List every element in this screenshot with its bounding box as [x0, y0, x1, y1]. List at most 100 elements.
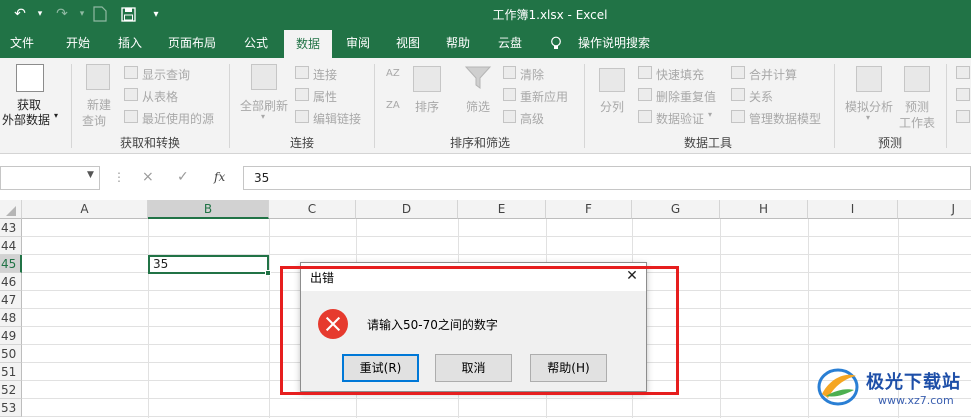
reapply-button[interactable]: 重新应用: [520, 88, 568, 105]
text-to-columns-label: 分列: [600, 100, 625, 114]
chevron-down-icon[interactable]: ▼: [87, 170, 94, 180]
column-header[interactable]: I: [808, 200, 898, 219]
consolidate-button[interactable]: 合并计算: [749, 66, 797, 83]
insert-function-icon[interactable]: fx: [214, 170, 225, 184]
chevron-down-icon: ▾: [866, 113, 871, 122]
properties-icon: [295, 88, 309, 101]
row-header[interactable]: 51: [0, 363, 22, 381]
annotation-highlight-box: [280, 266, 679, 395]
filter-label: 筛选: [466, 100, 491, 114]
external-data-icon: [16, 64, 44, 92]
column-header[interactable]: H: [720, 200, 808, 219]
tab-home[interactable]: 开始: [56, 28, 100, 58]
ribbon-data: 获取 外部数据 ▾ 新建 查询 显示查询 从表格 最近使用的源 获取和转换 全部…: [0, 58, 971, 154]
title-bar: ↶ ▾ ↷ ▾ ▾ 工作簿1.xlsx - Excel: [0, 0, 971, 28]
show-queries-icon: [124, 66, 138, 79]
flash-fill-button[interactable]: 快速填充: [656, 66, 704, 83]
column-header[interactable]: C: [269, 200, 356, 219]
row-header[interactable]: 46: [0, 273, 22, 291]
from-table-button[interactable]: 从表格: [142, 88, 178, 105]
advanced-button[interactable]: 高级: [520, 110, 544, 127]
data-validation-button[interactable]: 数据验证: [656, 110, 704, 127]
group-label-sort-filter: 排序和筛选: [450, 136, 511, 150]
active-cell-b45[interactable]: 35: [148, 255, 269, 274]
more-options-icon[interactable]: ⋮: [113, 170, 125, 184]
window-title: 工作簿1.xlsx - Excel: [492, 8, 608, 22]
tab-help[interactable]: 帮助: [436, 28, 480, 58]
properties-button[interactable]: 属性: [313, 88, 337, 105]
ribbon-separator: [229, 64, 230, 148]
group-label-connections: 连接: [290, 136, 315, 150]
forecast-chart-icon: [904, 66, 930, 92]
outline-ungroup-icon[interactable]: [956, 88, 970, 101]
recent-sources-button[interactable]: 最近使用的源: [142, 110, 214, 127]
tab-file[interactable]: 文件: [0, 28, 44, 58]
column-header[interactable]: A: [22, 200, 148, 219]
column-header[interactable]: D: [356, 200, 458, 219]
outline-group-icon[interactable]: [956, 66, 970, 79]
column-header[interactable]: G: [632, 200, 720, 219]
row-header[interactable]: 43: [0, 219, 22, 237]
chevron-down-icon: ▾: [708, 110, 713, 119]
fill-handle[interactable]: [265, 270, 271, 276]
column-header[interactable]: E: [458, 200, 546, 219]
table-icon: [124, 88, 138, 101]
edit-links-button[interactable]: 编辑链接: [313, 110, 361, 127]
ribbon-separator: [834, 64, 835, 148]
ribbon-separator: [71, 64, 72, 148]
formula-bar: ▼ ⋮ × ✓ fx 35: [0, 160, 971, 196]
row-header[interactable]: 48: [0, 309, 22, 327]
group-label-forecast: 预测: [878, 136, 903, 150]
ribbon-tabs: 文件 开始 插入 页面布局 公式 数据 审阅 视图 帮助 云盘 操作说明搜索: [0, 28, 971, 58]
remove-duplicates-button[interactable]: 删除重复值: [656, 88, 716, 105]
tab-view[interactable]: 视图: [386, 28, 430, 58]
tell-me-search[interactable]: 操作说明搜索: [574, 28, 654, 58]
forecast-sheet-line2: 工作表: [899, 116, 936, 130]
data-model-icon: [731, 110, 745, 123]
row-header[interactable]: 44: [0, 237, 22, 255]
clear-filter-icon: [503, 66, 516, 79]
column-header[interactable]: J: [898, 200, 971, 219]
show-queries-button[interactable]: 显示查询: [142, 66, 190, 83]
watermark-url: www.xz7.com: [878, 394, 954, 407]
row-header[interactable]: 52: [0, 381, 22, 399]
connections-icon: [295, 66, 309, 79]
tab-page-layout[interactable]: 页面布局: [160, 28, 224, 58]
sort-icon: [413, 66, 441, 92]
tab-review[interactable]: 审阅: [336, 28, 380, 58]
ribbon-separator: [584, 64, 585, 148]
select-all-triangle-icon: [6, 206, 16, 216]
new-query-line2: 查询: [82, 114, 107, 128]
tab-insert[interactable]: 插入: [108, 28, 152, 58]
manage-data-model-button[interactable]: 管理数据模型: [749, 110, 821, 127]
row-header-selected[interactable]: 45: [0, 255, 22, 273]
group-label-get-transform: 获取和转换: [120, 136, 181, 150]
relationships-button[interactable]: 关系: [749, 88, 773, 105]
clear-button[interactable]: 清除: [520, 66, 544, 83]
row-header[interactable]: 50: [0, 345, 22, 363]
cancel-entry-icon[interactable]: ×: [142, 169, 154, 185]
forecast-sheet-line1: 预测: [905, 100, 930, 114]
sort-ascending-button[interactable]: AZ: [386, 68, 400, 79]
chevron-down-icon: ▾: [261, 112, 266, 121]
advanced-filter-icon: [503, 110, 516, 123]
connections-button[interactable]: 连接: [313, 66, 337, 83]
new-query-icon: [86, 64, 110, 90]
column-header-selected[interactable]: B: [148, 200, 269, 219]
enter-entry-icon[interactable]: ✓: [177, 169, 189, 185]
formula-input[interactable]: 35: [243, 166, 971, 190]
tab-data[interactable]: 数据: [284, 30, 332, 58]
watermark-title: 极光下载站: [866, 372, 961, 393]
select-all-corner[interactable]: [0, 200, 22, 219]
gridline: [148, 219, 149, 418]
outline-subtotal-icon[interactable]: [956, 110, 970, 123]
name-box[interactable]: ▼: [0, 166, 100, 190]
tab-cloud[interactable]: 云盘: [488, 28, 532, 58]
row-header[interactable]: 49: [0, 327, 22, 345]
row-header[interactable]: 47: [0, 291, 22, 309]
sort-descending-button[interactable]: ZA: [386, 100, 400, 111]
column-header[interactable]: F: [546, 200, 632, 219]
tab-formulas[interactable]: 公式: [234, 28, 278, 58]
relationships-icon: [731, 88, 745, 101]
row-header[interactable]: 53: [0, 399, 22, 417]
